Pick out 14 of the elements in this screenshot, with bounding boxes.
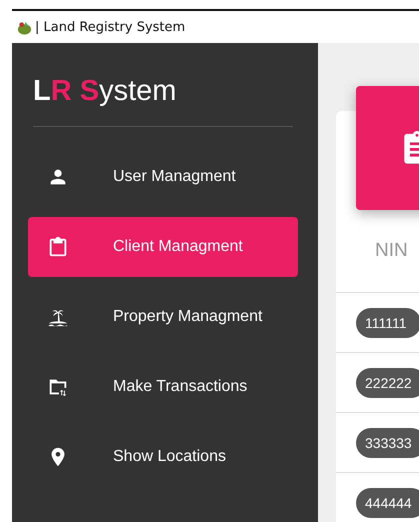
- logo: LR System: [32, 74, 178, 109]
- sidebar-item[interactable]: User Managment: [28, 147, 298, 207]
- sidebar-item[interactable]: Make Transactions: [28, 357, 298, 417]
- nin-chip: 111111: [356, 308, 419, 338]
- column-header: NIN: [375, 240, 408, 262]
- sidebar-item[interactable]: Property Managment: [28, 287, 298, 347]
- clipboard-icon: [47, 236, 69, 258]
- sidebar-item[interactable]: Show Locations: [28, 427, 298, 487]
- nin-chip: 444444: [356, 488, 419, 518]
- sidebar-item[interactable]: Client Managment: [28, 217, 298, 277]
- app-icon: [17, 20, 32, 34]
- window-title: | Land Registry System: [35, 20, 186, 34]
- nin-chip: 222222: [356, 368, 419, 398]
- nin-chip: 333333: [356, 428, 419, 458]
